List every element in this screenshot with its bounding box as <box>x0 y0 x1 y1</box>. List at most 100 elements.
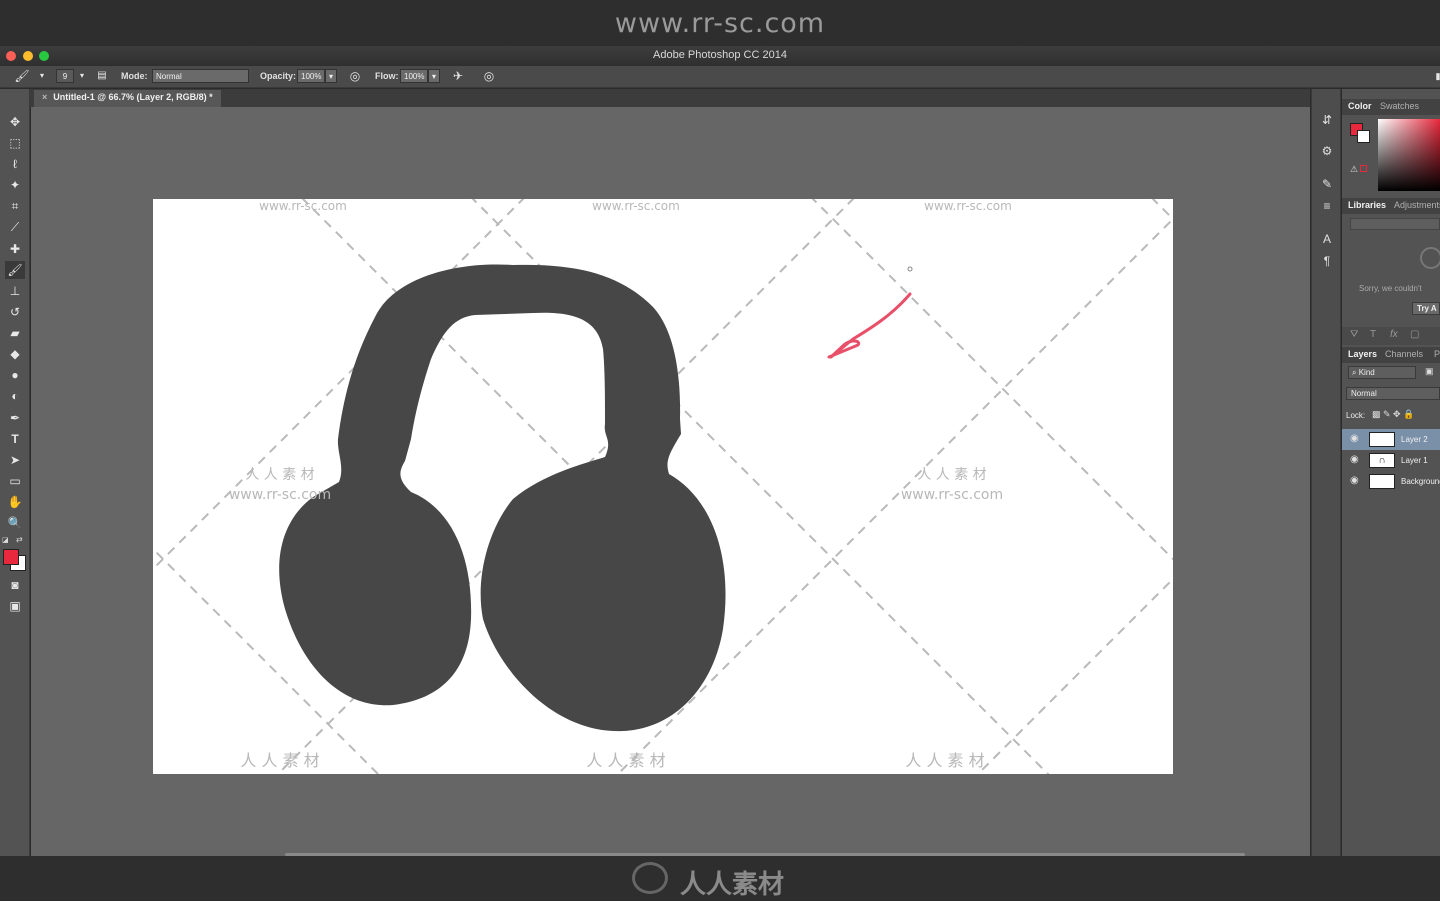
flow-value: 100% <box>404 72 425 81</box>
character-panel-icon[interactable]: A <box>1318 230 1336 248</box>
library-try-button[interactable]: Try A <box>1412 302 1440 315</box>
tools-panel: ✥ ⬚ ℓ ✦ ⌗ ⟋ ✚ 🖌 ⊥ ↺ ▰ ◆ ● ◐ ✒ T ➤ ▭ ✋ 🔍 … <box>0 89 30 856</box>
chevron-down-icon[interactable]: ▾ <box>34 68 50 84</box>
document-tabs: × Untitled-1 @ 66.7% (Layer 2, RGB/8) * <box>30 89 1310 107</box>
layer-row[interactable]: ◉ ∩ Layer 1 <box>1342 450 1440 471</box>
tab-color[interactable]: Color <box>1348 101 1372 111</box>
mode-select[interactable]: Normal <box>152 69 249 83</box>
path-select-tool-icon[interactable]: ➤ <box>5 451 25 469</box>
options-bar: 🖌 ▾ 9 ▾ ▤ Mode: Normal Opacity: 100% ▾ ◎… <box>0 66 1440 88</box>
history-panel-icon[interactable]: ⇵ <box>1318 111 1336 129</box>
bucket-icon[interactable]: ⛛ <box>1350 329 1358 340</box>
brush-presets-icon[interactable]: ✎ <box>1318 175 1336 193</box>
mask-icon[interactable]: ▢ <box>1410 329 1419 340</box>
layer-thumbnail <box>1369 474 1395 489</box>
workspace-icon[interactable]: ▮ <box>1430 68 1440 84</box>
tab-channels[interactable]: Channels <box>1385 349 1423 359</box>
eyedropper-tool-icon[interactable]: ⟋ <box>5 218 25 236</box>
watermark-label-3: 人 人 素 材www.rr-sc.com <box>903 199 1033 215</box>
layer-row[interactable]: ◉ Layer 2 <box>1342 429 1440 450</box>
brush-size-value: 9 <box>62 72 68 81</box>
layer-row[interactable]: ◉ Background <box>1342 471 1440 492</box>
shape-tool-icon[interactable]: ▭ <box>5 472 25 490</box>
eye-icon[interactable]: ◉ <box>1350 454 1359 465</box>
brush-tool-icon[interactable]: 🖌 <box>5 261 25 279</box>
brush-preset-icon[interactable]: 🖌 <box>14 68 30 84</box>
tab-paths[interactable]: P <box>1434 349 1440 359</box>
flow-input[interactable]: 100% <box>400 69 428 83</box>
layer-name: Layer 1 <box>1401 456 1428 465</box>
pressure-opacity-icon[interactable]: ◎ <box>347 68 363 84</box>
adjustments-icon-row: ⛛ T fx ▢ <box>1342 327 1440 345</box>
eye-icon[interactable]: ◉ <box>1350 475 1359 486</box>
quick-select-tool-icon[interactable]: ✦ <box>5 176 25 194</box>
type-tool-icon[interactable]: T <box>5 430 25 448</box>
paragraph-panel-icon[interactable]: ¶ <box>1318 252 1336 270</box>
watermark-label-2: 人 人 素 材www.rr-sc.com <box>571 199 701 215</box>
marquee-tool-icon[interactable]: ⬚ <box>5 134 25 152</box>
opacity-slider-toggle[interactable]: ▾ <box>325 69 337 83</box>
opacity-input[interactable]: 100% <box>297 69 325 83</box>
tab-layers[interactable]: Layers <box>1348 349 1377 359</box>
layer-kind-filter[interactable]: ⌕ Kind <box>1348 366 1416 379</box>
tab-libraries[interactable]: Libraries <box>1348 200 1386 210</box>
brush-cursor <box>907 266 913 272</box>
watermark-url-top: www.rr-sc.com <box>614 8 826 39</box>
layer-blend-mode-select[interactable]: Normal <box>1346 387 1440 400</box>
dodge-tool-icon[interactable]: ◐ <box>5 387 25 405</box>
default-colors-icon[interactable]: ◪ <box>2 536 10 544</box>
right-panels: Color Swatches ⚠ Libraries Adjustments S… <box>1342 89 1440 856</box>
flow-slider-toggle[interactable]: ▾ <box>428 69 440 83</box>
paint-bucket-tool-icon[interactable]: ◆ <box>5 345 25 363</box>
swap-colors-icon[interactable]: ⇄ <box>16 535 26 545</box>
tab-untitled-1[interactable]: × Untitled-1 @ 66.7% (Layer 2, RGB/8) * <box>34 90 221 107</box>
layer-name: Layer 2 <box>1401 435 1428 444</box>
close-icon[interactable]: × <box>42 92 47 102</box>
flow-label: Flow: <box>375 71 399 81</box>
clone-stamp-tool-icon[interactable]: ⊥ <box>5 282 25 300</box>
eraser-tool-icon[interactable]: ▰ <box>5 324 25 342</box>
healing-brush-tool-icon[interactable]: ✚ <box>5 240 25 258</box>
eye-icon[interactable]: ◉ <box>1350 433 1359 444</box>
history-brush-tool-icon[interactable]: ↺ <box>5 303 25 321</box>
cloud-icon <box>1420 247 1440 269</box>
pen-tool-icon[interactable]: ✒ <box>5 409 25 427</box>
airbrush-icon[interactable]: ✈ <box>450 68 466 84</box>
layer-thumbnail: ∩ <box>1369 453 1395 468</box>
zoom-tool-icon[interactable]: 🔍 <box>5 514 25 532</box>
chevron-down-icon[interactable]: ▾ <box>74 68 90 84</box>
pressure-size-icon[interactable]: ◎ <box>481 68 497 84</box>
hand-tool-icon[interactable]: ✋ <box>5 493 25 511</box>
panel-icon-strip: ⇵ ⚙ ✎ ≡ A ¶ <box>1311 89 1341 856</box>
crop-tool-icon[interactable]: ⌗ <box>5 197 25 215</box>
watermark-url: www.rr-sc.com <box>900 487 1004 503</box>
image-filter-icon[interactable]: ▣ <box>1425 366 1438 379</box>
watermark-label-8: 人 人 素 材 <box>905 751 985 770</box>
color-field[interactable] <box>1378 119 1440 191</box>
library-select[interactable] <box>1350 218 1440 230</box>
brush-panel-toggle-icon[interactable]: ▤ <box>94 68 110 84</box>
watermark-label-6: 人 人 素 材 <box>240 751 320 770</box>
headphone-silhouette <box>279 264 726 732</box>
window-titlebar: Adobe Photoshop CC 2014 <box>0 46 1440 66</box>
lock-icons[interactable]: ▩ ✎ ✥ 🔒 <box>1372 409 1414 420</box>
panel-background-swatch[interactable] <box>1357 130 1370 143</box>
brush-size-picker[interactable]: 9 <box>56 69 74 83</box>
fx-icon[interactable]: fx <box>1390 329 1398 340</box>
properties-panel-icon[interactable]: ⚙ <box>1318 142 1336 160</box>
move-tool-icon[interactable]: ✥ <box>5 113 25 131</box>
layers-panel-tabs: Layers Channels P <box>1342 347 1440 363</box>
watermark-label-5: 人 人 素 材 www.rr-sc.com <box>887 465 1017 505</box>
brush-settings-icon[interactable]: ≡ <box>1318 197 1336 215</box>
watermark-url: www.rr-sc.com <box>592 199 680 213</box>
type-icon[interactable]: T <box>1370 329 1376 340</box>
lasso-tool-icon[interactable]: ℓ <box>5 155 25 173</box>
quick-mask-icon[interactable]: ◙ <box>5 576 25 594</box>
document-canvas[interactable]: 人 人 素 材 www.rr-sc.com 人 人 素 材 www.rr-sc.co… <box>153 199 1173 774</box>
blur-tool-icon[interactable]: ● <box>5 366 25 384</box>
canvas-workspace[interactable]: 人 人 素 材 www.rr-sc.com 人 人 素 材 www.rr-sc.co… <box>31 107 1310 856</box>
tab-adjustments[interactable]: Adjustments <box>1394 200 1440 210</box>
tab-swatches[interactable]: Swatches <box>1380 101 1419 111</box>
foreground-color-swatch[interactable] <box>3 549 19 565</box>
screen-mode-icon[interactable]: ▣ <box>5 597 25 615</box>
